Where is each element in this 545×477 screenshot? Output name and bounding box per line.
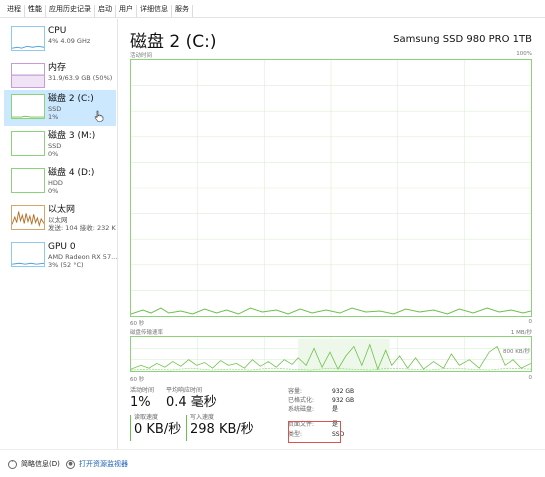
- ethernet-thumbnail: [11, 205, 45, 230]
- write-speed-label: 写入速度: [190, 414, 215, 421]
- brief-info-button[interactable]: ˄ 简略信息(D): [8, 459, 60, 469]
- sidebar-item-title: CPU: [48, 26, 67, 36]
- response-time-stat: 平均响应时间 0.4 毫秒: [166, 387, 217, 411]
- annotation-highlight-box: [288, 421, 341, 443]
- sidebar-item-title: 以太网: [48, 205, 76, 215]
- sidebar-item-sub: SSD: [48, 142, 62, 150]
- read-speed-value: 0 KB/秒: [134, 422, 182, 437]
- active-time-chart: [130, 59, 532, 317]
- chart1-xlabel: 60 秒: [130, 321, 145, 327]
- tab-startup[interactable]: 启动: [95, 5, 116, 17]
- sidebar-item-usage: 0%: [48, 187, 59, 195]
- active-time-value: 1%: [130, 395, 151, 410]
- sidebar-item-disk-d[interactable]: 磁盘 4 (D:) HDD 0%: [4, 164, 116, 200]
- sidebar-item-title: 磁盘 2 (C:): [48, 94, 94, 104]
- resource-monitor-icon: ●: [66, 459, 75, 469]
- divider: [186, 415, 187, 441]
- sidebar-item-sub: 4% 4.09 GHz: [48, 37, 91, 45]
- chart2-xmin: 0: [528, 375, 533, 381]
- open-resource-monitor-label: 打开资源监视器: [79, 460, 128, 468]
- sidebar-item-sub: 以太网: [48, 216, 68, 224]
- response-time-label: 平均响应时间: [166, 387, 203, 394]
- tab-users[interactable]: 用户: [116, 5, 137, 17]
- disk-model: Samsung SSD 980 PRO 1TB: [393, 34, 532, 45]
- property-key: 已格式化:: [288, 397, 315, 404]
- sidebar-item-sub: 31.9/63.9 GB (50%): [48, 74, 113, 82]
- read-speed-stat: 读取速度 0 KB/秒: [134, 414, 181, 438]
- hand-cursor-icon: [94, 110, 104, 122]
- active-time-label: 活动时间: [130, 387, 155, 394]
- gpu-thumbnail: [11, 242, 45, 267]
- tab-services[interactable]: 服务: [172, 5, 193, 17]
- property-key: 容量:: [288, 388, 303, 395]
- open-resource-monitor-link[interactable]: ● 打开资源监视器: [66, 459, 128, 469]
- footer: ˄ 简略信息(D) ● 打开资源监视器: [0, 449, 545, 477]
- property-formatted: 已格式化: 932 GB: [288, 396, 354, 405]
- sidebar-item-sub: AMD Radeon RX 57...: [48, 253, 118, 261]
- sidebar-item-usage: 发送: 104 接收: 232 K: [48, 224, 116, 232]
- active-time-stat: 活动时间 1%: [130, 387, 154, 411]
- sidebar-item-title: 内存: [48, 63, 67, 73]
- property-value: 是: [332, 406, 339, 413]
- property-capacity: 容量: 932 GB: [288, 387, 354, 396]
- tab-app-history[interactable]: 应用历史记录: [46, 5, 95, 17]
- sidebar: CPU 4% 4.09 GHz 内存 31.9/63.9 GB (50%) 磁盘…: [0, 19, 118, 449]
- sidebar-item-sub: HDD: [48, 179, 63, 187]
- sidebar-item-gpu[interactable]: GPU 0 AMD Radeon RX 57... 3% (52 °C): [4, 238, 118, 274]
- response-time-value: 0.4 毫秒: [166, 395, 217, 410]
- chart2-mid: 800 KB/秒: [503, 349, 530, 355]
- property-key: 系统磁盘:: [288, 406, 315, 413]
- sidebar-item-cpu[interactable]: CPU 4% 4.09 GHz: [4, 22, 116, 58]
- read-speed-label: 读取速度: [134, 414, 159, 421]
- property-system-disk: 系统磁盘: 是: [288, 405, 338, 414]
- chart1-label: 活动时间: [130, 53, 153, 59]
- tab-performance[interactable]: 性能: [25, 5, 46, 17]
- sidebar-item-usage: 1%: [48, 113, 59, 121]
- page-title: 磁盘 2 (C:): [130, 32, 217, 52]
- sidebar-item-usage: 3% (52 °C): [48, 261, 84, 269]
- sidebar-item-ethernet[interactable]: 以太网 以太网 发送: 104 接收: 232 K: [4, 201, 116, 237]
- disk-d-thumbnail: [11, 168, 45, 193]
- brief-info-label: 简略信息(D): [21, 460, 60, 468]
- tab-bar: 进程 性能 应用历史记录 启动 用户 详细信息 服务: [0, 0, 545, 18]
- transfer-rate-chart: [130, 336, 532, 372]
- disk-c-thumbnail: [11, 94, 45, 119]
- chevron-up-icon: ˄: [8, 459, 17, 469]
- sidebar-item-title: 磁盘 4 (D:): [48, 168, 95, 178]
- chart2-xlabel: 60 秒: [130, 377, 145, 383]
- divider: [130, 415, 131, 441]
- chart1-max: 100%: [516, 51, 532, 57]
- sidebar-item-sub: SSD: [48, 105, 62, 113]
- tab-processes[interactable]: 进程: [4, 5, 25, 17]
- sidebar-item-disk-m[interactable]: 磁盘 3 (M:) SSD 0%: [4, 127, 116, 163]
- chart2-max: 1 MB/秒: [510, 330, 532, 336]
- sidebar-item-usage: 0%: [48, 150, 59, 158]
- write-speed-stat: 写入速度 298 KB/秒: [190, 414, 254, 438]
- property-value: 932 GB: [332, 388, 355, 395]
- write-speed-value: 298 KB/秒: [190, 422, 254, 437]
- cpu-thumbnail: [11, 26, 45, 51]
- property-value: 932 GB: [332, 397, 355, 404]
- main-panel: 磁盘 2 (C:) Samsung SSD 980 PRO 1TB 活动时间 1…: [126, 19, 536, 449]
- memory-thumbnail: [11, 63, 45, 88]
- chart1-xmin: 0: [528, 319, 533, 325]
- disk-m-thumbnail: [11, 131, 45, 156]
- chart2-label: 磁盘传输速率: [130, 330, 164, 336]
- tab-details[interactable]: 详细信息: [137, 5, 172, 17]
- sidebar-item-title: GPU 0: [48, 242, 76, 252]
- sidebar-item-title: 磁盘 3 (M:): [48, 131, 96, 141]
